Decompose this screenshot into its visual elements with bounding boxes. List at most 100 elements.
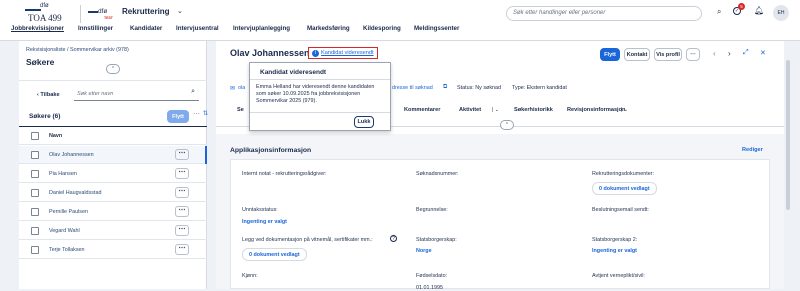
row-menu-button[interactable]: ⋯ <box>175 149 189 160</box>
exception-status-label: Unntaksstatus: <box>242 207 278 213</box>
tab-se[interactable]: Se <box>237 107 244 113</box>
panel-title: Søkere <box>26 57 55 67</box>
contact-button[interactable]: Kontakt <box>624 48 650 61</box>
expand-icon[interactable]: ⤢ <box>743 49 749 57</box>
tab-aktivitet[interactable]: Aktivitet <box>459 107 481 113</box>
search-icon: ⌕ <box>191 88 195 95</box>
chevron-down-icon[interactable]: | ⌄ <box>621 107 628 113</box>
logo-text: dfø <box>40 3 49 9</box>
close-button[interactable]: Lukk <box>354 116 374 128</box>
email-icon: ✉ <box>230 86 236 92</box>
nav-intervjusentral[interactable]: Intervjusentral <box>176 25 219 32</box>
back-link[interactable]: ‹ Tilbake <box>37 92 60 98</box>
candidate-email[interactable]: ola <box>238 85 245 91</box>
tab-sokerhistorikk[interactable]: Søkerhistorikk <box>514 107 553 113</box>
edit-link[interactable]: Rediger <box>742 147 763 153</box>
row-checkbox[interactable] <box>31 227 39 235</box>
forwarded-popover: Kandidat videresendt Emma Helland har vi… <box>249 62 391 131</box>
list-item[interactable]: Vegard Wahl ⋯ <box>19 222 207 240</box>
app-title[interactable]: Rekruttering <box>122 7 170 16</box>
list-item[interactable]: Pernille Paulsen ⋯ <box>19 203 207 221</box>
list-item[interactable]: Pia Hansen ⋯ <box>19 165 207 183</box>
row-menu-button[interactable]: ⋯ <box>175 206 189 217</box>
row-menu-button[interactable]: ⋯ <box>175 187 189 198</box>
list-item[interactable]: Daniel Haugvaldsstad ⋯ <box>19 184 207 202</box>
list-item[interactable]: Olav Johannessen ⋯ <box>19 146 207 164</box>
birthdate-value: 01.01.1995 <box>416 285 443 291</box>
type-text: Type: Ekstern kandidat <box>512 85 567 91</box>
move-button[interactable]: Flytt <box>600 48 620 61</box>
citizenship2-label: Statsborgerskap 2: <box>592 237 638 243</box>
help-icon[interactable]: ? <box>390 235 397 242</box>
birthdate-label: Fødselsdato: <box>416 273 448 279</box>
nav-kandidater[interactable]: Kandidater <box>130 25 162 32</box>
move-button[interactable]: Flytt <box>167 110 189 123</box>
military-service-label: Avtjent verneplikt/sivil: <box>592 273 645 279</box>
address-link[interactable]: dresse til søknad <box>392 85 433 91</box>
popover-title: Kandidat videresendt <box>260 69 327 76</box>
recruitment-docs-label: Rekrutteringsdokumenter: <box>592 171 655 177</box>
nav-intervjuplanlegging[interactable]: Intervjuplanlegging <box>233 25 290 32</box>
popover-body: Emma Helland har videresendt denne kandi… <box>256 84 375 104</box>
nav-innstillinger[interactable]: Innstillinger <box>78 25 113 32</box>
table-header: Navn <box>19 127 207 145</box>
breadcrumb[interactable]: Rekvisisjonsliste / Sommervikar arkiv (9… <box>26 47 129 53</box>
info-card <box>230 159 770 289</box>
info-icon: i <box>312 49 319 57</box>
candidate-name: Olav Johannessen <box>230 48 310 58</box>
notification-badge: 5 <box>738 3 745 10</box>
gender-label: Kjønn: <box>242 273 258 279</box>
test-logo: dfø TEST <box>88 4 118 24</box>
view-profile-button[interactable]: Vis profil <box>654 48 682 61</box>
name-search-input[interactable]: Søk etter navn ⌕ <box>74 88 199 101</box>
tab-revisjonsinformasjon[interactable]: Revisjonsinformasjon <box>567 107 625 113</box>
list-item[interactable]: Terje Tollaksen ⋯ <box>19 241 207 259</box>
row-checkbox[interactable] <box>31 189 39 197</box>
chevron-down-icon[interactable]: ⌄ <box>177 7 183 15</box>
recruitment-docs-value[interactable]: 0 dokument vedlagt <box>592 182 657 195</box>
nav-markedsforing[interactable]: Markedsføring <box>307 25 350 32</box>
chevron-right-icon[interactable]: › <box>728 49 731 58</box>
row-checkbox[interactable] <box>31 151 39 159</box>
chevron-down-icon[interactable]: | ⌄ <box>492 107 499 113</box>
justification-label: Begrunnelse: <box>416 207 448 213</box>
select-all-checkbox[interactable] <box>31 132 39 140</box>
application-number-label: Søknadsnummer: <box>416 171 459 177</box>
citizenship2-value: Ingenting er valgt <box>592 248 637 254</box>
row-checkbox[interactable] <box>31 208 39 216</box>
collapse-icon[interactable]: ⌃ <box>106 64 120 74</box>
documentation-value[interactable]: 0 dokument vedlagt <box>242 248 307 261</box>
collapse-icon[interactable]: ⌃ <box>500 120 514 130</box>
more-actions-button[interactable]: ⋯ <box>686 48 700 61</box>
row-checkbox[interactable] <box>31 246 39 254</box>
nav-kildesporing[interactable]: Kildesporing <box>363 25 401 32</box>
applicant-count: Søkere (6) <box>29 113 61 120</box>
chevron-left-icon[interactable]: ‹ <box>713 49 716 58</box>
decision-email-label: Beslutningsemail sendt: <box>592 207 649 213</box>
logo-subtitle: TOA 499 <box>28 13 62 23</box>
row-menu-button[interactable]: ⋯ <box>175 225 189 236</box>
status-text: Status: Ny søknad <box>457 85 502 91</box>
row-menu-button[interactable]: ⋯ <box>175 244 189 255</box>
citizenship-label: Statsborgerskap: <box>416 237 457 243</box>
scrollbar[interactable] <box>786 60 790 210</box>
close-icon[interactable]: ✕ <box>760 49 766 57</box>
tab-kommentarer[interactable]: Kommentarer <box>404 107 440 113</box>
search-icon[interactable]: ⌕ <box>717 7 721 17</box>
internal-note-label: Internt notat - rekrutteringsrådgiver: <box>242 171 327 177</box>
exception-status-value: Ingenting er valgt <box>242 219 287 225</box>
search-input[interactable]: Søk etter handlinger eller personer <box>506 6 702 21</box>
avatar[interactable]: EH <box>773 5 789 21</box>
forwarded-status-link[interactable]: i Kandidat videresendt <box>308 47 378 59</box>
nav-jobbrekvisisjoner[interactable]: Jobbrekvisisjoner <box>11 25 64 32</box>
bell-icon[interactable]: 🔔︎ <box>754 6 764 15</box>
row-menu-button[interactable]: ⋯ <box>175 168 189 179</box>
nav-meldingssenter[interactable]: Meldingssenter <box>414 25 459 32</box>
more-options-icon[interactable]: ⋯ <box>193 110 200 118</box>
row-checkbox[interactable] <box>31 170 39 178</box>
sort-icon[interactable]: ⇅ <box>203 110 208 117</box>
citizenship-value: Norge <box>416 248 432 254</box>
main-nav: Jobbrekvisisjoner Innstillinger Kandidat… <box>0 25 800 41</box>
copy-icon[interactable]: ⧉ <box>443 84 447 91</box>
documentation-label: Legg ved dokumentasjon på vitnemål, sert… <box>242 237 373 243</box>
